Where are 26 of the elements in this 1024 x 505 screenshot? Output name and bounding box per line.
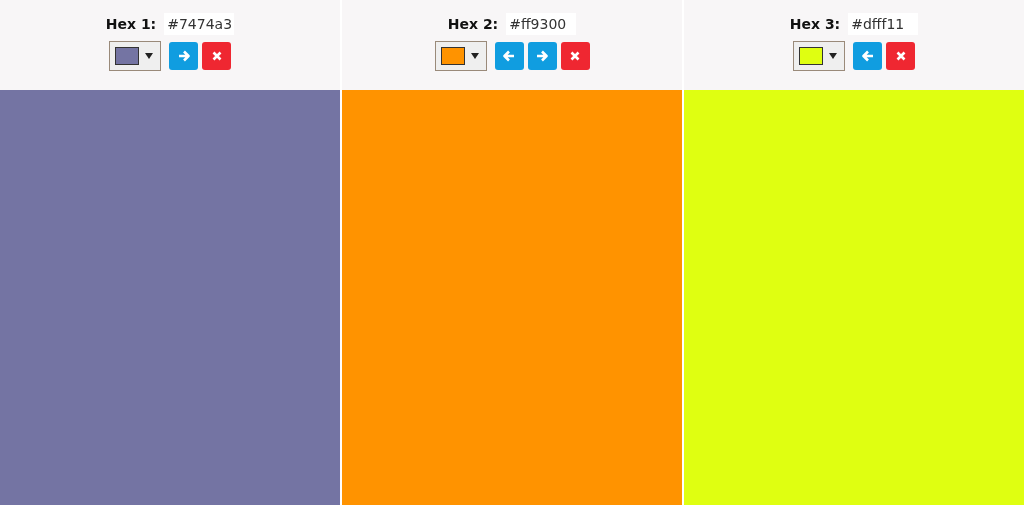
hex-field[interactable]: #dfff11 (848, 13, 919, 35)
remove-button[interactable] (560, 42, 590, 70)
color-picker[interactable] (434, 41, 487, 71)
move-left-button[interactable] (494, 42, 524, 70)
caret-icon (829, 53, 837, 59)
arrow-left-icon (503, 50, 515, 62)
color-picker[interactable] (793, 41, 845, 71)
move-right-button[interactable] (527, 42, 557, 70)
close-icon (895, 51, 906, 61)
move-right-button[interactable] (169, 42, 198, 70)
caret-icon (145, 53, 153, 59)
arrow-right-icon (177, 50, 190, 62)
close-icon (211, 51, 222, 61)
arrow-right-icon (536, 50, 548, 62)
color-picker[interactable] (109, 41, 161, 71)
move-left-button[interactable] (853, 42, 882, 70)
hex-label: Hex 2: (447, 16, 499, 32)
hex-field[interactable]: #ff9300 (506, 13, 577, 35)
hex-label: Hex 1: (105, 16, 157, 32)
arrow-left-icon (861, 50, 874, 62)
caret-icon (470, 53, 479, 59)
hex-label: Hex 3: (789, 16, 841, 32)
close-icon (570, 51, 580, 61)
hex-field[interactable]: #7474a3 (164, 13, 235, 35)
remove-button[interactable] (202, 42, 231, 70)
remove-button[interactable] (886, 42, 915, 70)
